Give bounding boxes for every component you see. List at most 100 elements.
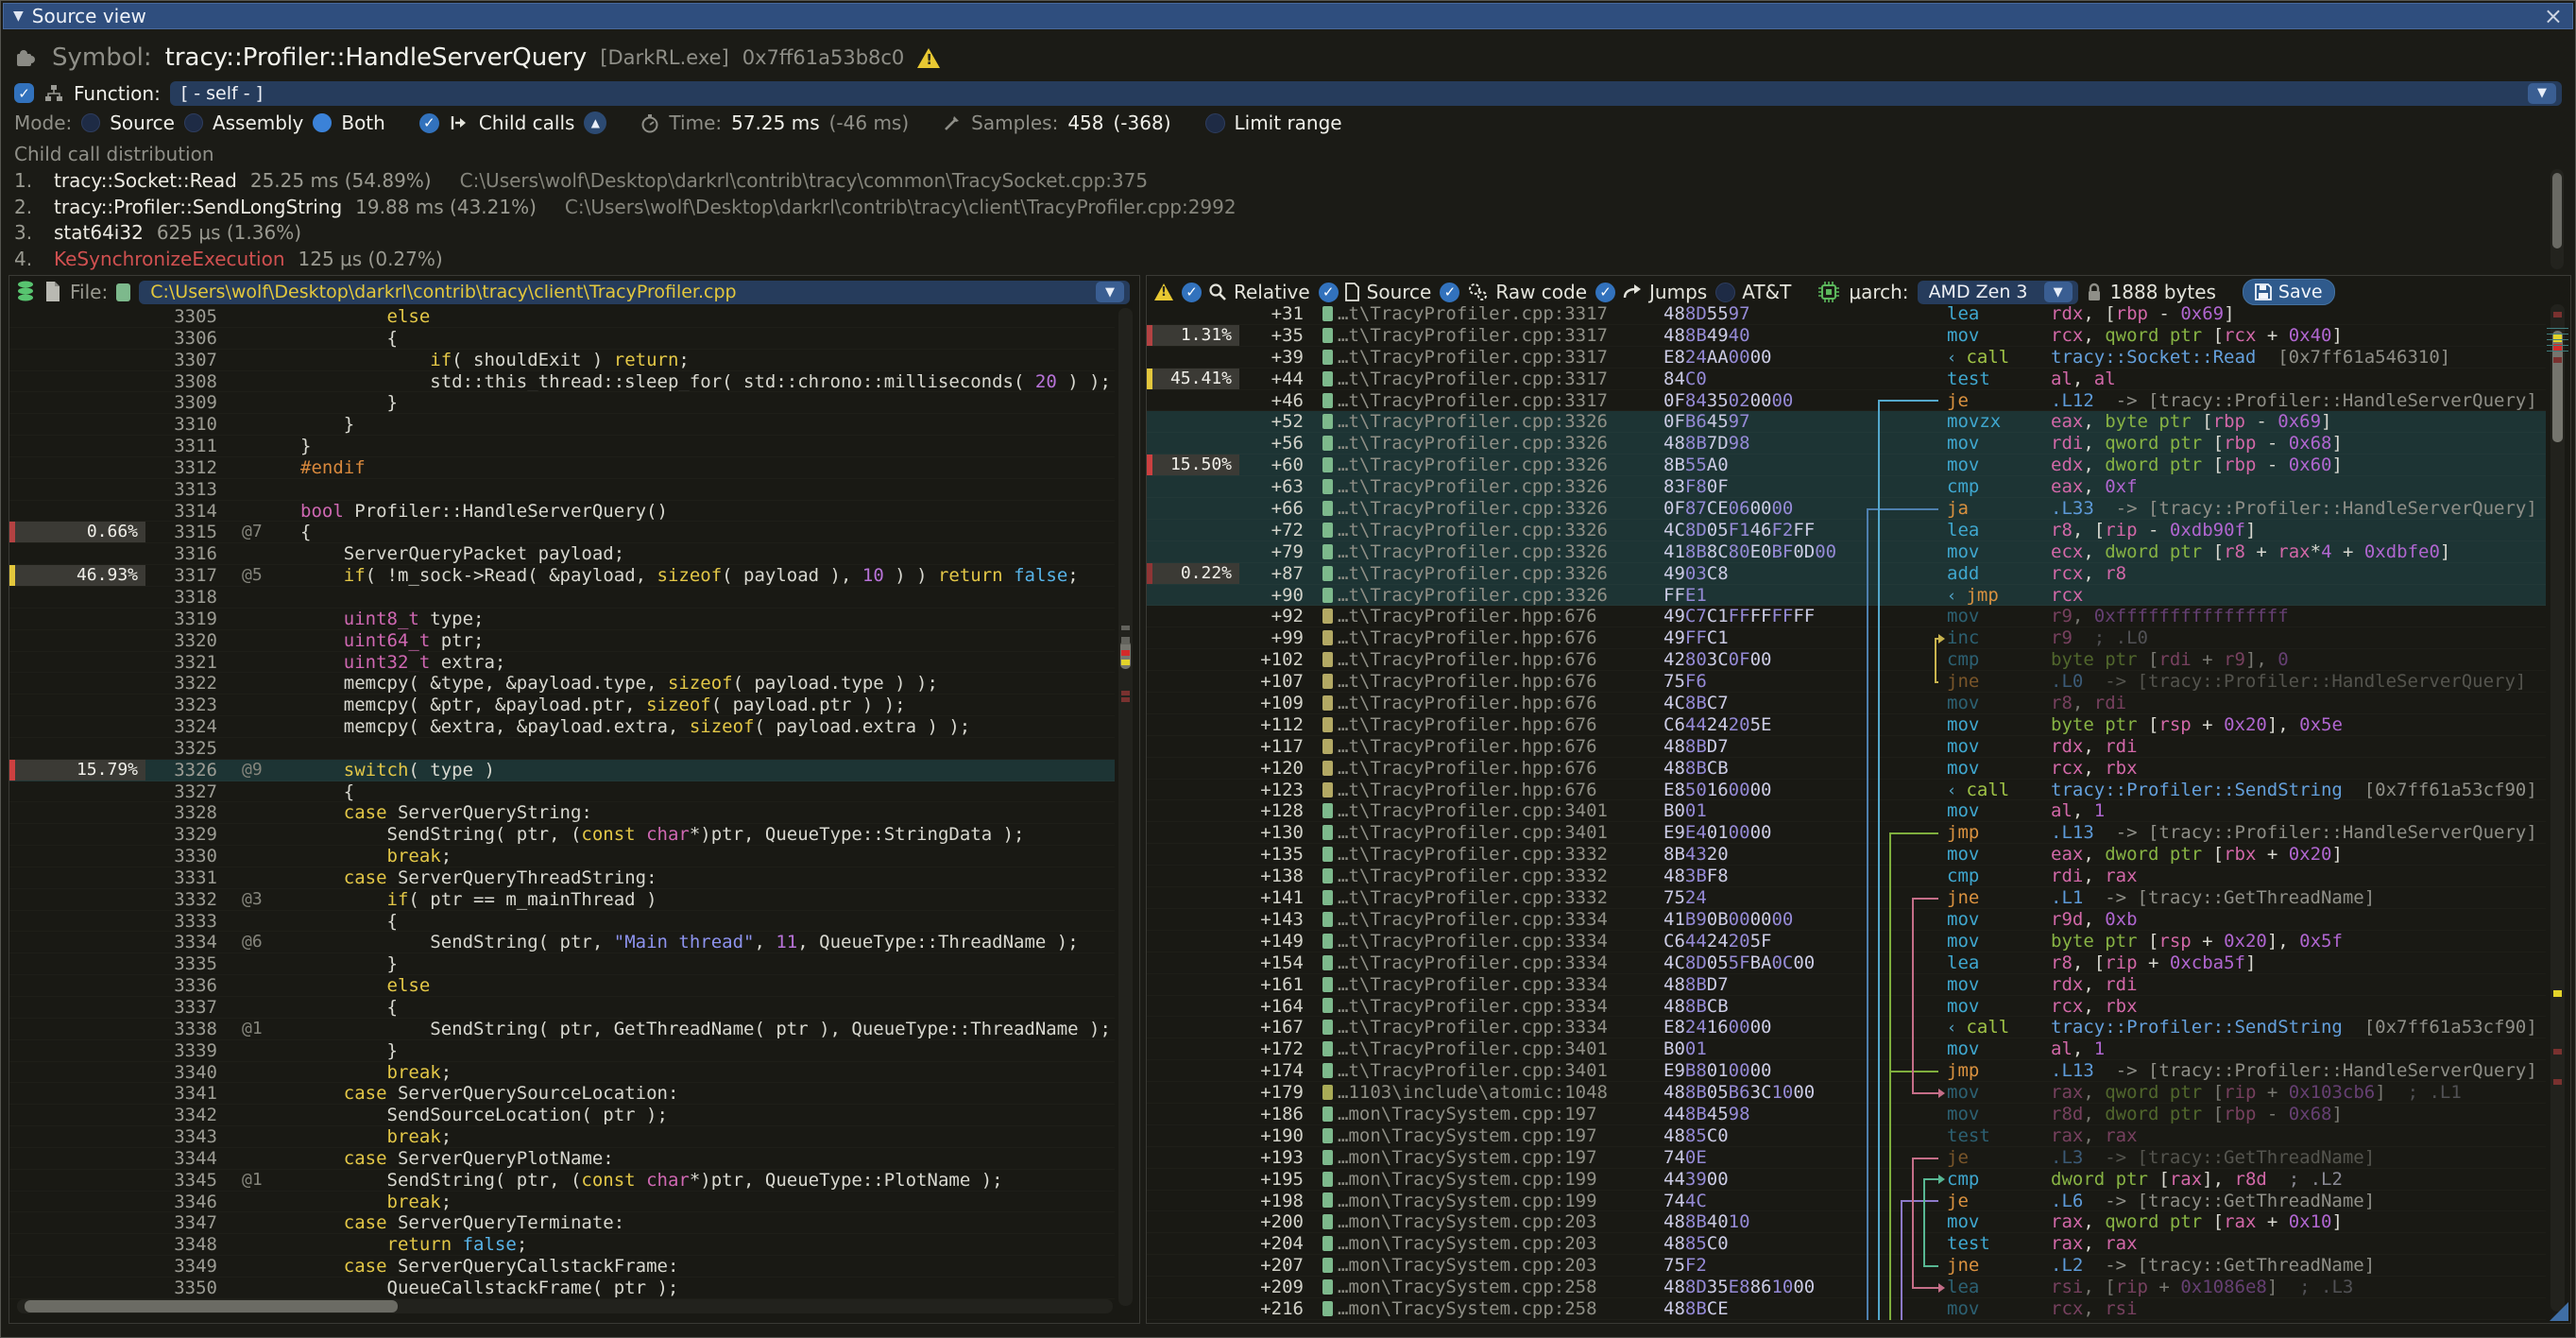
source-horizontal-scrollbar[interactable] [17, 1299, 1113, 1313]
source-line[interactable]: 3331 case ServerQueryThreadString: [9, 867, 1115, 889]
source-line[interactable]: 3319 uint8_t type; [9, 609, 1115, 630]
asm-row[interactable]: +174…t\TracyProfiler.cpp:3401E9B8010000j… [1147, 1060, 2546, 1082]
asm-row[interactable]: 0.22%+87…t\TracyProfiler.cpp:33264903C8a… [1147, 563, 2546, 585]
source-line[interactable]: 3329 SendString( ptr, (const char*)ptr, … [9, 824, 1115, 846]
source-line[interactable]: 3334@6 SendString( ptr, "Main thread", 1… [9, 932, 1115, 953]
source-line[interactable]: 3306 { [9, 328, 1115, 350]
source-line[interactable]: 3343 break; [9, 1126, 1115, 1148]
raw-code-checkbox[interactable] [1440, 283, 1459, 302]
asm-row[interactable]: +154…t\TracyProfiler.cpp:33344C8D055FBA0… [1147, 952, 2546, 974]
asm-row[interactable]: +46…t\TracyProfiler.cpp:33170F8435020000… [1147, 390, 2546, 412]
source-line[interactable]: 3333 { [9, 911, 1115, 933]
child-calls-collapse-button[interactable]: ▲ [584, 112, 606, 134]
child-call-item[interactable]: 3.stat64i32625 μs (1.36%) [14, 221, 2537, 248]
source-line[interactable]: 3349 case ServerQueryCallstackFrame: [9, 1256, 1115, 1278]
function-checkbox[interactable] [14, 83, 34, 103]
asm-row[interactable]: +164…t\TracyProfiler.cpp:3334488BCBmovrc… [1147, 996, 2546, 1018]
source-line[interactable]: 3342 SendSourceLocation( ptr ); [9, 1105, 1115, 1126]
asm-row[interactable]: +31…t\TracyProfiler.cpp:3317488D5597lear… [1147, 303, 2546, 325]
source-line[interactable]: 3346 break; [9, 1192, 1115, 1213]
jumps-checkbox[interactable] [1595, 283, 1615, 302]
asm-row[interactable]: +52…t\TracyProfiler.cpp:33260FB64597movz… [1147, 411, 2546, 433]
asm-row[interactable]: +138…t\TracyProfiler.cpp:3332483BF8cmprd… [1147, 866, 2546, 887]
asm-row[interactable]: +172…t\TracyProfiler.cpp:3401B001moval, … [1147, 1038, 2546, 1060]
asm-row[interactable]: +186…mon\TracySystem.cpp:197448B4598movr… [1147, 1104, 2546, 1125]
source-line[interactable]: 15.79%3326@9 switch( type ) [9, 760, 1115, 781]
asm-row[interactable]: +143…t\TracyProfiler.cpp:333441B90B00000… [1147, 909, 2546, 931]
asm-row[interactable]: +112…t\TracyProfiler.hpp:676C64424205Emo… [1147, 714, 2546, 736]
asm-row[interactable]: +207…mon\TracySystem.cpp:20375F2jne.L2 -… [1147, 1255, 2546, 1277]
source-line[interactable]: 3339 } [9, 1040, 1115, 1062]
source-line[interactable]: 3310 } [9, 414, 1115, 436]
source-line[interactable]: 3340 break; [9, 1062, 1115, 1084]
source-line[interactable]: 3312#endif [9, 457, 1115, 479]
asm-row[interactable]: 45.41%+44…t\TracyProfiler.cpp:331784C0te… [1147, 369, 2546, 390]
source-line[interactable]: 3308 std::this_thread::sleep_for( std::c… [9, 371, 1115, 393]
source-line[interactable]: 3311} [9, 436, 1115, 457]
source-line[interactable]: 3348 return false; [9, 1234, 1115, 1256]
source-checkbox[interactable] [1319, 283, 1339, 302]
child-call-item[interactable]: 4.KeSynchronizeExecution125 μs (0.27%) [14, 248, 2537, 274]
asm-row[interactable]: +79…t\TracyProfiler.cpp:3326418B8C80E0BF… [1147, 541, 2546, 563]
child-call-scrollbar[interactable] [2550, 169, 2564, 269]
asm-row[interactable]: +130…t\TracyProfiler.cpp:3401E9E4010000j… [1147, 822, 2546, 844]
chevron-down-icon[interactable]: ▼ [1096, 282, 1124, 302]
source-vertical-scrollbar[interactable] [1118, 308, 1133, 1306]
asm-row[interactable]: +193…mon\TracySystem.cpp:197740Eje.L3 ->… [1147, 1147, 2546, 1169]
source-line[interactable]: 3318 [9, 587, 1115, 609]
source-horizontal-thumb[interactable] [25, 1300, 398, 1312]
source-line[interactable]: 46.93%3317@5 if( !m_sock->Read( &payload… [9, 565, 1115, 587]
source-line[interactable]: 3324 memcpy( &extra, &payload.extra, siz… [9, 716, 1115, 738]
source-line[interactable]: 3341 case ServerQuerySourceLocation: [9, 1083, 1115, 1105]
function-combo[interactable]: [ - self - ] ▼ [170, 81, 2562, 106]
asm-row[interactable]: +99…t\TracyProfiler.hpp:67649FFC1incr9 ;… [1147, 627, 2546, 649]
file-combo[interactable]: C:\Users\wolf\Desktop\darkrl\contrib\tra… [139, 281, 1130, 304]
asm-row[interactable]: +141…t\TracyProfiler.cpp:33327524jne.L1 … [1147, 887, 2546, 909]
uarch-combo[interactable]: AMD Zen 3 ▼ [1918, 281, 2078, 304]
source-line[interactable]: 3305 else [9, 306, 1115, 328]
asm-row[interactable]: +120…t\TracyProfiler.hpp:676488BCBmovrcx… [1147, 758, 2546, 780]
asm-row[interactable]: +135…t\TracyProfiler.cpp:33328B4320movea… [1147, 844, 2546, 866]
asm-row[interactable]: +216…mon\TracySystem.cpp:258488BCEmovrcx… [1147, 1298, 2546, 1320]
source-line[interactable]: 3325 [9, 738, 1115, 760]
source-line[interactable]: 3313 [9, 479, 1115, 501]
relative-checkbox[interactable] [1182, 283, 1202, 302]
asm-row[interactable]: +90…t\TracyProfiler.cpp:3326FFE1‹ jmprcx [1147, 585, 2546, 607]
asm-row[interactable]: +117…t\TracyProfiler.hpp:676488BD7movrdx… [1147, 736, 2546, 758]
close-icon[interactable]: × [2544, 3, 2563, 29]
asm-row[interactable]: +123…t\TracyProfiler.hpp:676E850160000‹ … [1147, 780, 2546, 801]
asm-row[interactable]: +109…t\TracyProfiler.hpp:6764C8BC7movr8,… [1147, 693, 2546, 714]
source-line[interactable]: 3350 QueueCallstackFrame( ptr ); [9, 1278, 1115, 1299]
source-line[interactable]: 3345@1 SendString( ptr, (const char*)ptr… [9, 1170, 1115, 1192]
source-line[interactable]: 3321 uint32_t extra; [9, 652, 1115, 674]
source-line[interactable]: 3316 ServerQueryPacket payload; [9, 543, 1115, 565]
asm-row[interactable]: +92…t\TracyProfiler.hpp:67649C7C1FFFFFFF… [1147, 606, 2546, 627]
source-line[interactable]: 3328 case ServerQueryString: [9, 802, 1115, 824]
source-line[interactable]: 3335 } [9, 953, 1115, 975]
source-line[interactable]: 3336 else [9, 975, 1115, 997]
source-line[interactable]: 3320 uint64_t ptr; [9, 630, 1115, 652]
asm-row[interactable]: +128…t\TracyProfiler.cpp:3401B001moval, … [1147, 800, 2546, 822]
child-call-item[interactable]: 2.tracy::Profiler::SendLongString19.88 m… [14, 196, 2537, 222]
radio-assembly[interactable] [184, 113, 203, 132]
asm-row[interactable]: +39…t\TracyProfiler.cpp:3317E824AA0000‹ … [1147, 347, 2546, 369]
source-line[interactable]: 3344 case ServerQueryPlotName: [9, 1148, 1115, 1170]
asm-row[interactable]: +204…mon\TracySystem.cpp:2034885C0testra… [1147, 1233, 2546, 1255]
asm-row[interactable]: 15.50%+60…t\TracyProfiler.cpp:33268B55A0… [1147, 455, 2546, 476]
asm-row[interactable]: +56…t\TracyProfiler.cpp:3326488B7D98movr… [1147, 433, 2546, 455]
asm-row[interactable]: +107…t\TracyProfiler.hpp:67675F6jne.L0 -… [1147, 671, 2546, 693]
asm-row[interactable]: +66…t\TracyProfiler.cpp:33260F87CE060000… [1147, 498, 2546, 520]
asm-row[interactable]: +195…mon\TracySystem.cpp:199443900cmpdwo… [1147, 1169, 2546, 1191]
radio-source[interactable] [81, 113, 100, 132]
chevron-down-icon[interactable]: ▼ [2044, 282, 2073, 302]
limit-range-checkbox[interactable] [1205, 113, 1225, 133]
window-titlebar[interactable]: ▼ Source view × [3, 3, 2573, 29]
asm-row[interactable]: +149…t\TracyProfiler.cpp:3334C64424205Fm… [1147, 931, 2546, 952]
source-line[interactable]: 3307 if( shouldExit ) return; [9, 350, 1115, 371]
save-button[interactable]: Save [2243, 279, 2335, 305]
asm-row[interactable]: +167…t\TracyProfiler.cpp:3334E824160000‹… [1147, 1017, 2546, 1038]
asm-row[interactable]: +72…t\TracyProfiler.cpp:33264C8D05F146F2… [1147, 520, 2546, 541]
collapse-icon[interactable]: ▼ [13, 9, 24, 24]
source-line[interactable]: 3327 { [9, 781, 1115, 803]
asm-row[interactable]: +209…mon\TracySystem.cpp:258488D35E88610… [1147, 1277, 2546, 1298]
